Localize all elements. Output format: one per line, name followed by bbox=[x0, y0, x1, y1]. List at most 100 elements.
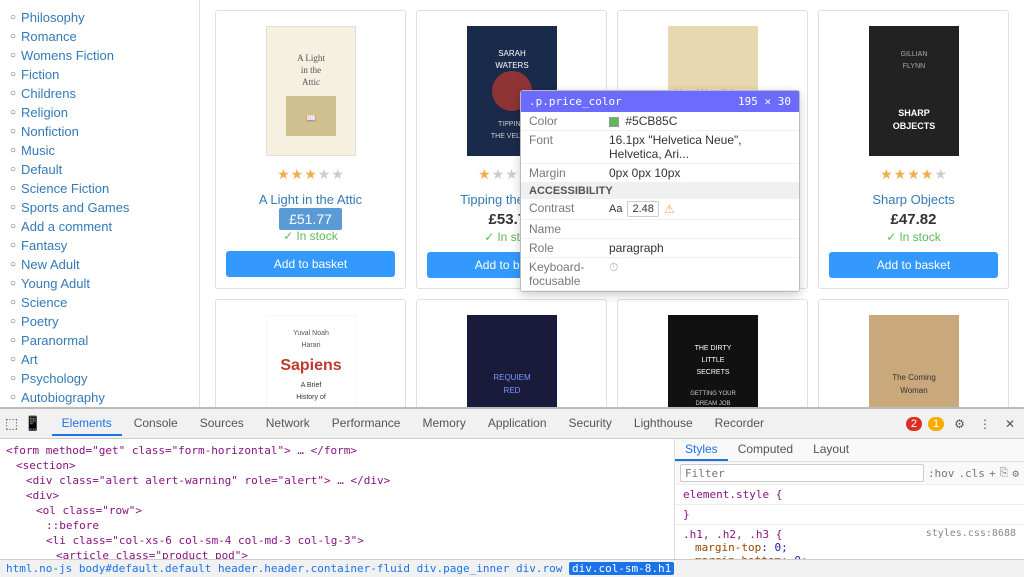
product-card-3: GILLIAN FLYNN SHARP OBJECTS ★★★★★Sharp O… bbox=[818, 10, 1009, 289]
product-instock-3: ✓ In stock bbox=[886, 230, 940, 244]
sidebar-item-paranormal[interactable]: Paranormal bbox=[0, 331, 199, 350]
filter-plus-icon[interactable]: + bbox=[989, 467, 996, 480]
breadcrumb-item-3[interactable]: div.page_inner bbox=[417, 562, 510, 575]
breadcrumb-item-0[interactable]: html.no-js bbox=[6, 562, 72, 575]
product-title-3[interactable]: Sharp Objects bbox=[872, 192, 954, 207]
contrast-warning-icon: ⚠ bbox=[664, 202, 675, 216]
product-title-0[interactable]: A Light in the Attic bbox=[259, 192, 362, 207]
devtools-inspect-icon[interactable]: ⬚ bbox=[5, 415, 18, 432]
sidebar-item-fiction[interactable]: Fiction bbox=[0, 65, 199, 84]
add-to-basket-button-3[interactable]: Add to basket bbox=[829, 252, 998, 278]
sidebar-item-psychology[interactable]: Psychology bbox=[0, 369, 199, 388]
elements-panel[interactable]: <form method="get" class="form-horizonta… bbox=[0, 439, 674, 559]
sidebar-item-romance[interactable]: Romance bbox=[0, 27, 199, 46]
star-1: ★ bbox=[478, 166, 491, 183]
html-line[interactable]: <ol class="row"> bbox=[6, 503, 668, 518]
contrast-value: Aa 2.48 ⚠ bbox=[609, 201, 791, 217]
devtools-tab-console[interactable]: Console bbox=[124, 412, 188, 436]
popup-role-row: Role paragraph bbox=[521, 239, 799, 258]
devtools-tab-memory[interactable]: Memory bbox=[412, 412, 475, 436]
add-to-basket-button-0[interactable]: Add to basket bbox=[226, 251, 395, 277]
book-cover-5: REQUIEM RED bbox=[427, 310, 596, 407]
book-cover-0: A Light in the Attic 📖 bbox=[226, 21, 395, 161]
sidebar-item-poetry[interactable]: Poetry bbox=[0, 312, 199, 331]
keyboard-value: ⏱ bbox=[609, 260, 791, 288]
sidebar-item-new-adult[interactable]: New Adult bbox=[0, 255, 199, 274]
sidebar-item-add-a-comment[interactable]: Add a comment bbox=[0, 217, 199, 236]
breadcrumb-item-5[interactable]: div.col-sm-8.h1 bbox=[569, 562, 674, 575]
html-line[interactable]: <article class="product_pod"> bbox=[6, 548, 668, 559]
svg-text:The Coming: The Coming bbox=[892, 373, 936, 382]
sidebar-item-womens-fiction[interactable]: Womens Fiction bbox=[0, 46, 199, 65]
color-swatch bbox=[609, 117, 619, 127]
styles-tab-computed[interactable]: Computed bbox=[728, 439, 803, 461]
sidebar-item-autobiography[interactable]: Autobiography bbox=[0, 388, 199, 407]
name-label: Name bbox=[529, 222, 609, 236]
popup-font-label: Font bbox=[529, 133, 609, 161]
sidebar-item-music[interactable]: Music bbox=[0, 141, 199, 160]
devtools-tab-sources[interactable]: Sources bbox=[190, 412, 254, 436]
star-5: ★ bbox=[331, 166, 344, 183]
popup-dimensions: 195 × 30 bbox=[738, 95, 791, 108]
html-line[interactable]: ::before bbox=[6, 518, 668, 533]
sidebar-item-fantasy[interactable]: Fantasy bbox=[0, 236, 199, 255]
breadcrumb-separator bbox=[410, 562, 417, 575]
popup-margin-row: Margin 0px 0px 10px bbox=[521, 164, 799, 183]
book-cover-3: GILLIAN FLYNN SHARP OBJECTS bbox=[829, 21, 998, 161]
styles-panel: StylesComputedLayout :hov .cls + ⎘ ⚙ ele… bbox=[674, 439, 1024, 559]
popup-name-row: Name bbox=[521, 220, 799, 239]
devtools-tab-performance[interactable]: Performance bbox=[322, 412, 411, 436]
filter-input[interactable] bbox=[680, 464, 924, 482]
filter-settings-icon[interactable]: ⚙ bbox=[1012, 467, 1019, 480]
product-stars-0: ★★★★★ bbox=[277, 166, 344, 183]
devtools-tab-elements[interactable]: Elements bbox=[52, 412, 122, 436]
star-4: ★ bbox=[921, 166, 934, 183]
breadcrumb-item-1[interactable]: body#default.default bbox=[79, 562, 211, 575]
styles-tab-layout[interactable]: Layout bbox=[803, 439, 859, 461]
style-rule: } bbox=[675, 505, 1024, 525]
devtools-device-icon[interactable]: 📱 bbox=[24, 415, 41, 432]
styles-tab-styles[interactable]: Styles bbox=[675, 439, 728, 461]
star-1: ★ bbox=[277, 166, 290, 183]
clock-icon: ⏱ bbox=[609, 260, 618, 274]
html-line[interactable]: <section> bbox=[6, 458, 668, 473]
filter-copy-icon[interactable]: ⎘ bbox=[1000, 466, 1009, 480]
devtools-tab-recorder[interactable]: Recorder bbox=[705, 412, 774, 436]
product-price-0: £51.77 bbox=[279, 211, 342, 227]
style-rule: element.style { bbox=[675, 485, 1024, 505]
product-card-4: Yuval Noah Harari Sapiens A Brief Histor… bbox=[215, 299, 406, 407]
svg-text:Woman: Woman bbox=[900, 386, 927, 395]
sidebar-item-default[interactable]: Default bbox=[0, 160, 199, 179]
devtools-tab-lighthouse[interactable]: Lighthouse bbox=[624, 412, 703, 436]
breadcrumb-item-4[interactable]: div.row bbox=[516, 562, 562, 575]
svg-text:GETTING YOUR: GETTING YOUR bbox=[690, 391, 736, 397]
html-line[interactable]: <div class="alert alert-warning" role="a… bbox=[6, 473, 668, 488]
devtools-tab-network[interactable]: Network bbox=[256, 412, 320, 436]
sidebar-item-art[interactable]: Art bbox=[0, 350, 199, 369]
breadcrumb-item-2[interactable]: header.header.container-fluid bbox=[218, 562, 410, 575]
star-3: ★ bbox=[505, 166, 518, 183]
html-line[interactable]: <li class="col-xs-6 col-sm-4 col-md-3 co… bbox=[6, 533, 668, 548]
devtools-more-icon[interactable]: ⋮ bbox=[975, 415, 995, 433]
contrast-label: Contrast bbox=[529, 201, 609, 217]
star-1: ★ bbox=[880, 166, 893, 183]
svg-text:SHARP: SHARP bbox=[898, 108, 930, 118]
devtools-settings-icon[interactable]: ⚙ bbox=[950, 415, 969, 433]
contrast-aa: Aa bbox=[609, 203, 622, 215]
devtools-tab-security[interactable]: Security bbox=[559, 412, 622, 436]
sidebar-item-young-adult[interactable]: Young Adult bbox=[0, 274, 199, 293]
html-line[interactable]: <form method="get" class="form-horizonta… bbox=[6, 443, 668, 458]
page-wrapper: PhilosophyRomanceWomens FictionFictionCh… bbox=[0, 0, 1024, 577]
sidebar-item-religion[interactable]: Religion bbox=[0, 103, 199, 122]
svg-text:in the: in the bbox=[300, 65, 320, 75]
sidebar-item-sports-and-games[interactable]: Sports and Games bbox=[0, 198, 199, 217]
sidebar-item-science-fiction[interactable]: Science Fiction bbox=[0, 179, 199, 198]
sidebar-item-nonfiction[interactable]: Nonfiction bbox=[0, 122, 199, 141]
sidebar-item-childrens[interactable]: Childrens bbox=[0, 84, 199, 103]
sidebar-item-science[interactable]: Science bbox=[0, 293, 199, 312]
html-line[interactable]: <div> bbox=[6, 488, 668, 503]
sidebar-item-philosophy[interactable]: Philosophy bbox=[0, 8, 199, 27]
devtools-tab-application[interactable]: Application bbox=[478, 412, 557, 436]
popup-color-row: Color #5CB85C bbox=[521, 112, 799, 131]
devtools-close-icon[interactable]: ✕ bbox=[1001, 415, 1019, 433]
